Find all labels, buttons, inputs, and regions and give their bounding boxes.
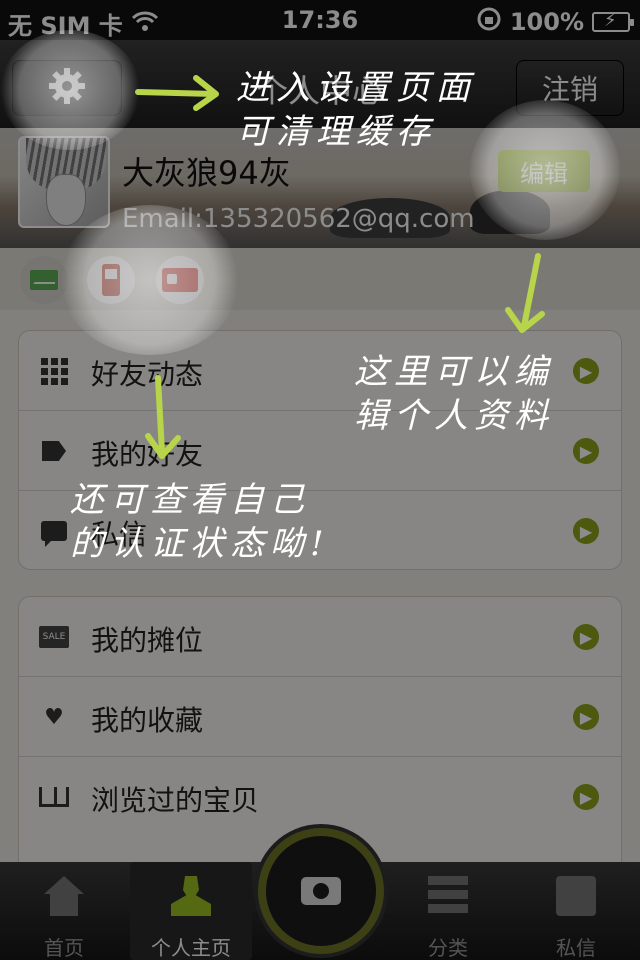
certification-row — [0, 248, 640, 310]
hint-settings: 进入设置页面 可清理缓存 — [236, 68, 476, 152]
menu-item-label: 浏览过的宝贝 — [91, 784, 260, 817]
tab-profile[interactable]: 个人主页 — [130, 862, 252, 960]
arrow-right-icon: ▶ — [573, 438, 599, 464]
menu-item-label: 我的好友 — [91, 438, 204, 471]
camera-button[interactable] — [258, 828, 384, 954]
message-icon — [556, 876, 596, 916]
email: Email:135320562@qq.com — [122, 204, 475, 234]
avatar[interactable] — [18, 136, 110, 228]
edit-profile-button[interactable]: 编辑 — [498, 150, 590, 192]
menu-item-my-stall[interactable]: SALE 我的摊位 ▶ — [19, 597, 621, 677]
phone-cert-icon[interactable] — [87, 256, 135, 304]
email-cert-icon[interactable] — [20, 256, 68, 304]
sale-icon: SALE — [39, 623, 69, 651]
arrow-right-icon: ▶ — [573, 704, 599, 730]
menu-item-label: 好友动态 — [91, 358, 204, 391]
hint-edit: 这里可以编 辑个人资料 — [354, 352, 554, 436]
tab-home[interactable]: 首页 — [0, 862, 128, 960]
menu-item-favorites[interactable]: ♥ 我的收藏 ▶ — [19, 677, 621, 757]
tab-category[interactable]: 分类 — [384, 862, 512, 960]
hint-arrowhead-edit — [505, 307, 545, 333]
grid-icon — [39, 357, 69, 385]
logout-button[interactable]: 注销 — [516, 60, 624, 116]
battery-percent: 100% — [509, 8, 584, 36]
arrow-right-icon: ▶ — [573, 784, 599, 810]
arrow-right-icon: ▶ — [573, 358, 599, 384]
tab-label: 私信 — [556, 936, 596, 960]
list-icon — [428, 876, 468, 916]
camera-icon — [301, 877, 341, 905]
arrow-right-icon: ▶ — [573, 518, 599, 544]
arrow-right-icon: ▶ — [573, 624, 599, 650]
tab-label: 首页 — [44, 936, 84, 960]
menu-item-browsed[interactable]: 浏览过的宝贝 ▶ — [19, 757, 621, 837]
battery-icon: ⚡ — [592, 10, 634, 32]
menu-item-label: 我的摊位 — [91, 624, 204, 657]
home-icon — [44, 876, 84, 916]
menu-item-label: 我的收藏 — [91, 704, 204, 737]
tab-label: 个人主页 — [151, 936, 231, 960]
status-right: 100% ⚡ — [476, 6, 634, 38]
book-icon — [39, 783, 69, 811]
background-rock — [470, 190, 550, 234]
username: 大灰狼94灰 — [122, 154, 291, 192]
heart-icon: ♥ — [44, 704, 64, 730]
tab-message[interactable]: 私信 — [512, 862, 640, 960]
tab-label: 分类 — [428, 936, 468, 960]
hint-certification: 还可查看自己 的认证状态呦! — [70, 480, 330, 564]
id-card-cert-icon[interactable] — [156, 256, 204, 304]
rotation-lock-icon — [476, 6, 502, 38]
status-bar: 无 SIM 卡 17:36 100% ⚡ — [0, 0, 640, 40]
chat-icon — [39, 517, 69, 547]
person-icon — [171, 876, 211, 916]
tag-icon — [39, 437, 69, 465]
